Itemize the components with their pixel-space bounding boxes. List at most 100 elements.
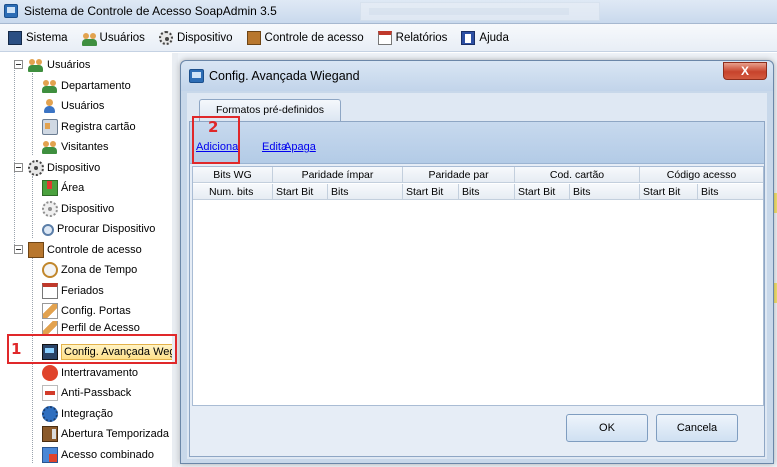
tree-item-registra-cartao[interactable]: Registra cartão [42, 117, 136, 137]
tree-item-label: Intertravamento [61, 367, 139, 379]
door-icon [246, 30, 261, 45]
collapse-icon[interactable] [14, 163, 23, 172]
tree-item-abertura-temporizada[interactable]: Abertura Temporizada [42, 424, 169, 444]
col-start-bit[interactable]: Start Bit [640, 184, 698, 200]
tree-item-label: Config. Portas [61, 305, 131, 317]
tree-item-procurar-dispositivo[interactable]: Procurar Dispositivo [42, 219, 155, 239]
col-group-bits-wg[interactable]: Bits WG [193, 167, 273, 183]
grid-sub-header-row: Num. bits Start Bit Bits Start Bit Bits … [193, 184, 763, 200]
tree-item-intertravamento[interactable]: Intertravamento [42, 363, 138, 383]
tab-page: Adiciona Edita Apaga Bits WG Paridade ím… [189, 121, 765, 457]
menu-ajuda[interactable]: Ajuda [461, 27, 509, 49]
clock-icon [42, 262, 58, 278]
col-bits[interactable]: Bits [698, 184, 763, 200]
tree-item-usuarios[interactable]: Usuários [42, 96, 104, 116]
menu-bar: Sistema Usuários Dispositivo Controle de… [0, 24, 777, 52]
calendar-icon [42, 283, 58, 299]
wiegand-dialog: Config. Avançada Wiegand X Formatos pré-… [180, 60, 774, 464]
col-group-paridade-par[interactable]: Paridade par [403, 167, 515, 183]
callout-number-1: 1 [11, 340, 22, 358]
background-window-ghost [360, 2, 600, 21]
col-group-codigo-acesso[interactable]: Código acesso [640, 167, 763, 183]
tree-item-label: Zona de Tempo [61, 264, 138, 276]
users-folder-icon [28, 57, 44, 73]
callout-box-1 [7, 334, 177, 364]
tree-item-acesso-combinado[interactable]: Acesso combinado [42, 445, 154, 465]
tree-group-label: Dispositivo [47, 162, 101, 174]
col-start-bit[interactable]: Start Bit [273, 184, 328, 200]
col-start-bit[interactable]: Start Bit [515, 184, 570, 200]
close-button[interactable]: X [723, 62, 767, 80]
tree-item-label: Procurar Dispositivo [57, 223, 156, 235]
tree-group-controle-acesso[interactable]: Controle de acesso [14, 240, 142, 260]
col-start-bit[interactable]: Start Bit [403, 184, 459, 200]
menu-controle-acesso-label: Controle de acesso [264, 31, 364, 44]
tree-item-label: Perfil de Acesso [61, 322, 140, 334]
tree-line [14, 65, 15, 249]
dialog-app-icon [189, 69, 204, 83]
edit-doors-icon [42, 303, 58, 319]
col-bits[interactable]: Bits [328, 184, 403, 200]
dialog-body: Formatos pré-definidos Adiciona Edita Ap… [187, 93, 767, 459]
tree-item-label: Área [61, 182, 85, 194]
gear-icon [28, 160, 44, 176]
tree-item-config-portas[interactable]: Config. Portas [42, 301, 131, 321]
grid-group-header-row: Bits WG Paridade ímpar Paridade par Cod.… [193, 167, 763, 183]
tree-item-visitantes[interactable]: Visitantes [42, 137, 109, 157]
integration-gear-icon [42, 406, 58, 422]
menu-usuarios[interactable]: Usuários [81, 27, 145, 49]
tree-item-integracao[interactable]: Integração [42, 404, 113, 424]
delete-link[interactable]: Apaga [284, 141, 316, 153]
tree-group-label: Usuários [47, 59, 91, 71]
tree-item-label: Usuários [61, 100, 105, 112]
wiegand-formats-grid[interactable]: Bits WG Paridade ímpar Paridade par Cod.… [192, 166, 764, 406]
tree-item-departamento[interactable]: Departamento [42, 76, 131, 96]
tree-item-anti-passback[interactable]: Anti-Passback [42, 383, 131, 403]
card-icon [42, 119, 58, 135]
app-title: Sistema de Controle de Acesso SoapAdmin … [24, 4, 277, 18]
tree-item-label: Visitantes [61, 141, 109, 153]
menu-sistema-label: Sistema [26, 31, 68, 44]
col-group-paridade-impar[interactable]: Paridade ímpar [273, 167, 403, 183]
tree-item-zona-tempo[interactable]: Zona de Tempo [42, 260, 137, 280]
tree-item-label: Departamento [61, 80, 131, 92]
tree-item-label: Integração [61, 408, 113, 420]
dialog-title-bar[interactable]: Config. Avançada Wiegand X [181, 61, 773, 91]
menu-usuarios-label: Usuários [99, 31, 145, 44]
menu-controle-acesso[interactable]: Controle de acesso [246, 27, 364, 49]
collapse-icon[interactable] [14, 60, 23, 69]
col-bits[interactable]: Bits [459, 184, 515, 200]
timed-door-icon [42, 426, 58, 442]
menu-sistema[interactable]: Sistema [8, 27, 68, 49]
user-icon [81, 31, 97, 46]
tree-item-label: Anti-Passback [61, 387, 132, 399]
tree-group-usuarios[interactable]: Usuários [14, 55, 91, 75]
computer-icon [8, 30, 22, 45]
interlock-icon [42, 365, 58, 381]
tree-item-label: Registra cartão [61, 121, 136, 133]
ok-button[interactable]: OK [566, 414, 648, 442]
app-title-bar: Sistema de Controle de Acesso SoapAdmin … [0, 0, 777, 24]
tree-item-area[interactable]: Área [42, 178, 84, 198]
dialog-title: Config. Avançada Wiegand [209, 69, 360, 83]
menu-relatorios[interactable]: Relatórios [377, 27, 447, 49]
visitors-icon [42, 139, 58, 155]
tree-item-feriados[interactable]: Feriados [42, 281, 104, 301]
collapse-icon[interactable] [14, 245, 23, 254]
navigation-tree: Usuários Departamento Usuários Registra … [0, 53, 176, 467]
menu-dispositivo-label: Dispositivo [176, 31, 233, 44]
department-icon [42, 78, 58, 94]
tree-group-dispositivo[interactable]: Dispositivo [14, 158, 101, 178]
tree-item-dispositivo[interactable]: Dispositivo [42, 199, 114, 219]
tree-item-label: Abertura Temporizada [61, 428, 170, 440]
tree-item-label: Feriados [61, 285, 104, 297]
cancel-button[interactable]: Cancela [656, 414, 738, 442]
col-bits[interactable]: Bits [570, 184, 640, 200]
report-icon [377, 30, 392, 45]
tree-item-perfil-acesso[interactable]: Perfil de Acesso [42, 321, 140, 335]
menu-dispositivo[interactable]: Dispositivo [158, 27, 233, 49]
col-num-bits[interactable]: Num. bits [193, 184, 273, 200]
tree-item-label: Dispositivo [61, 203, 115, 215]
col-group-cod-cartao[interactable]: Cod. cartão [515, 167, 640, 183]
door-icon [28, 242, 44, 258]
